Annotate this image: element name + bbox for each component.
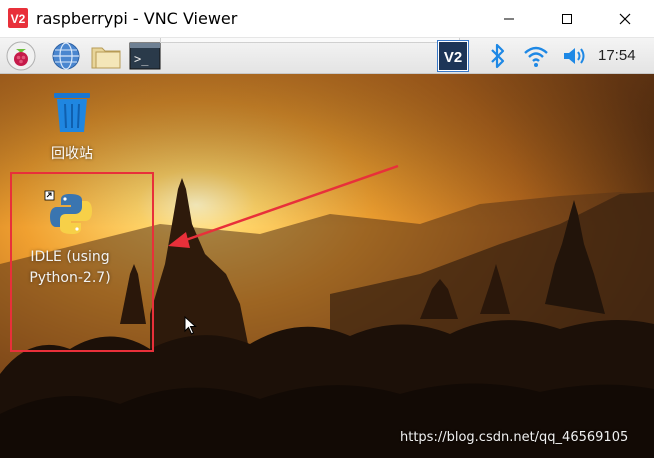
window-title: raspberrypi - VNC Viewer (36, 9, 238, 28)
raspberry-menu-button[interactable] (5, 40, 37, 72)
watermark-text: https://blog.csdn.net/qq_46569105 (400, 430, 629, 445)
bluetooth-tray-button[interactable] (482, 40, 514, 72)
close-button[interactable] (596, 0, 654, 38)
vnc-server-icon: V2 (439, 42, 467, 70)
vnc-server-tray-button[interactable]: V2 (437, 40, 469, 72)
wifi-tray-button[interactable] (520, 40, 552, 72)
volume-icon (564, 48, 585, 64)
svg-text:V2: V2 (444, 49, 462, 66)
annotation-highlight-box (10, 172, 154, 352)
web-browser-button[interactable] (50, 40, 82, 72)
trash-label: 回收站 (51, 146, 93, 162)
trash-icon (54, 93, 90, 132)
wifi-icon (524, 46, 548, 67)
terminal-icon: >_ (129, 42, 161, 70)
volume-tray-button[interactable] (558, 40, 590, 72)
minimize-icon (504, 18, 514, 20)
raspberry-menu-icon (6, 41, 36, 71)
trash-desktop-icon[interactable]: 回收站 (40, 90, 104, 163)
svg-text:>_: >_ (134, 52, 149, 66)
desktop[interactable]: 回收站 IDLE (using Python-2.7) https://blog… (0, 74, 654, 458)
svg-text:V2: V2 (11, 12, 26, 26)
window-titlebar: V2 raspberrypi - VNC Viewer (0, 0, 654, 38)
vnc-logo-icon: V2 (8, 8, 28, 28)
web-browser-icon (52, 42, 80, 70)
mouse-cursor-icon (184, 316, 197, 335)
maximize-icon (562, 14, 572, 24)
bluetooth-icon (491, 43, 505, 69)
file-manager-icon (91, 47, 121, 69)
taskbar-clock: 17:54 (598, 47, 636, 64)
minimize-button[interactable] (480, 0, 538, 38)
raspberry-pi-taskbar: >_ V2 17:54 (0, 38, 654, 74)
maximize-button[interactable] (538, 0, 596, 38)
terminal-button[interactable]: >_ (129, 40, 161, 72)
taskbar-window-button[interactable] (160, 38, 460, 43)
close-icon (619, 13, 631, 25)
file-manager-button[interactable] (90, 40, 122, 72)
